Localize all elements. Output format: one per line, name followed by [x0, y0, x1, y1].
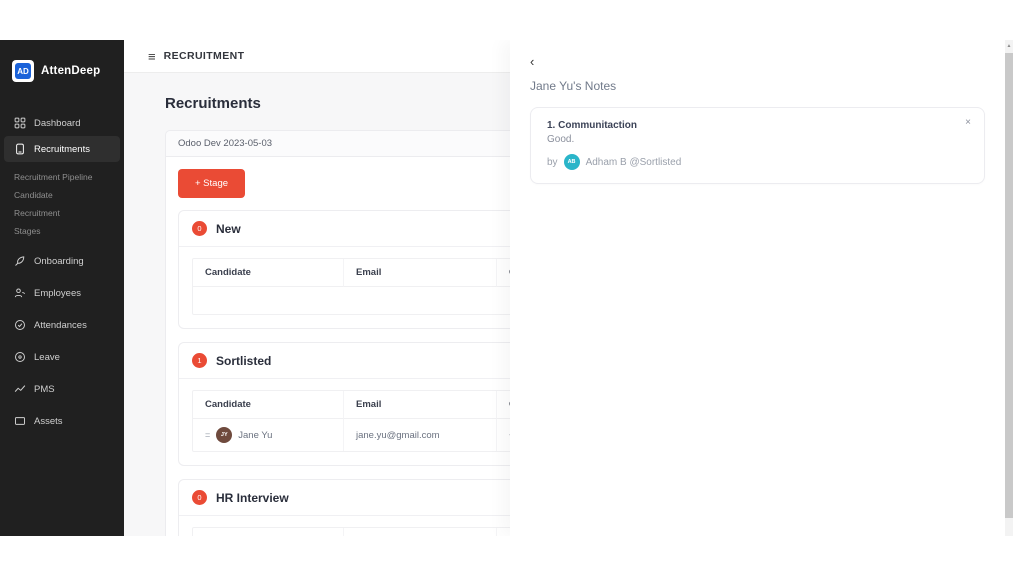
- sidebar-nav: Dashboard Recruitments Recruitment Pipel…: [0, 110, 124, 434]
- sidebar-item-leave[interactable]: Leave: [0, 344, 124, 370]
- column-header-email: Email: [344, 259, 497, 287]
- scrollbar-thumb[interactable]: [1005, 53, 1013, 518]
- note-by-label: by: [547, 156, 558, 168]
- note-author: Adham B @Sortlisted: [585, 156, 682, 168]
- note-card: × 1. Communitaction Good. by AB Adham B …: [530, 107, 985, 184]
- stage-count-badge: 0: [192, 490, 207, 505]
- candidate-avatar: JY: [216, 427, 233, 443]
- circle-dot-icon: [15, 352, 25, 362]
- sidebar-item-label: Employees: [34, 287, 81, 299]
- sidebar-item-assets[interactable]: Assets: [0, 408, 124, 434]
- line-chart-icon: [14, 385, 26, 392]
- sidebar-item-label: Recruitments: [34, 143, 90, 155]
- sidebar-item-pms[interactable]: PMS: [0, 376, 124, 402]
- stage-count-badge: 0: [192, 221, 207, 236]
- sidebar: AD AttenDeep Dashboard Recruitments Recr…: [0, 40, 124, 536]
- sidebar-item-onboarding[interactable]: Onboarding: [0, 248, 124, 274]
- column-header-email: Email: [344, 528, 497, 536]
- sidebar-item-label: Leave: [34, 351, 60, 363]
- sidebar-item-dashboard[interactable]: Dashboard: [0, 110, 124, 136]
- clock-check-icon: [15, 320, 25, 330]
- hamburger-menu-icon[interactable]: ≡: [148, 50, 156, 63]
- rocket-icon: [15, 256, 25, 266]
- sidebar-item-label: Onboarding: [34, 255, 84, 267]
- back-chevron-icon[interactable]: ‹: [530, 54, 544, 69]
- app-logo[interactable]: AD AttenDeep: [0, 40, 124, 92]
- app-window: AD AttenDeep Dashboard Recruitments Recr…: [0, 40, 1013, 536]
- logo-initials: AD: [15, 63, 31, 79]
- stage-count-badge: 1: [192, 353, 207, 368]
- sidebar-item-label: Assets: [34, 415, 63, 427]
- stage-name: New: [216, 221, 241, 236]
- candidate-cell: = JY Jane Yu: [193, 419, 344, 451]
- column-header-candidate: Candidate: [193, 391, 344, 419]
- close-icon[interactable]: ×: [965, 118, 971, 128]
- notes-panel-title: Jane Yu's Notes: [530, 79, 617, 93]
- dashboard-icon: [14, 117, 26, 129]
- document-icon: [16, 143, 24, 155]
- stage-name: Sortlisted: [216, 353, 272, 368]
- candidate-email: jane.yu@gmail.com: [344, 419, 497, 451]
- topbar-title: RECRUITMENT: [163, 50, 245, 62]
- sidebar-subitem-stages[interactable]: Stages: [14, 222, 124, 240]
- sidebar-subitem-recruitment[interactable]: Recruitment: [14, 204, 124, 222]
- column-header-email: Email: [344, 391, 497, 419]
- note-body: Good.: [547, 134, 575, 145]
- sidebar-subitem-candidate[interactable]: Candidate: [14, 186, 124, 204]
- stage-name: HR Interview: [216, 490, 289, 505]
- sidebar-item-label: Dashboard: [34, 117, 81, 129]
- candidate-name: Jane Yu: [238, 429, 273, 441]
- sidebar-subnav-recruitments: Recruitment Pipeline Candidate Recruitme…: [0, 162, 124, 248]
- note-title: 1. Communitaction: [547, 120, 638, 131]
- notes-panel: ‹ Jane Yu's Notes × 1. Communitaction Go…: [510, 40, 1005, 536]
- author-avatar: AB: [563, 154, 580, 170]
- sidebar-item-recruitments[interactable]: Recruitments: [4, 136, 120, 162]
- note-meta: by AB Adham B @Sortlisted: [547, 154, 970, 170]
- column-header-candidate: Candidate: [193, 259, 344, 287]
- drag-handle-icon[interactable]: =: [205, 430, 210, 440]
- page: AD AttenDeep Dashboard Recruitments Recr…: [0, 0, 1024, 576]
- sidebar-subitem-recruitment-pipeline[interactable]: Recruitment Pipeline: [14, 168, 124, 186]
- sidebar-item-attendances[interactable]: Attendances: [0, 312, 124, 338]
- sidebar-item-label: Attendances: [34, 319, 87, 331]
- vertical-scrollbar[interactable]: ▲: [1005, 40, 1013, 536]
- scroll-up-arrow-icon[interactable]: ▲: [1005, 40, 1013, 52]
- logo-icon: AD: [12, 60, 34, 82]
- app-name: AttenDeep: [41, 65, 101, 77]
- column-header-candidate: Candidate: [193, 528, 344, 536]
- monitor-icon: [15, 417, 25, 425]
- sidebar-item-label: PMS: [34, 383, 55, 395]
- sidebar-item-employees[interactable]: Employees: [0, 280, 124, 306]
- add-stage-button[interactable]: + Stage: [178, 169, 246, 198]
- people-icon: [14, 288, 26, 298]
